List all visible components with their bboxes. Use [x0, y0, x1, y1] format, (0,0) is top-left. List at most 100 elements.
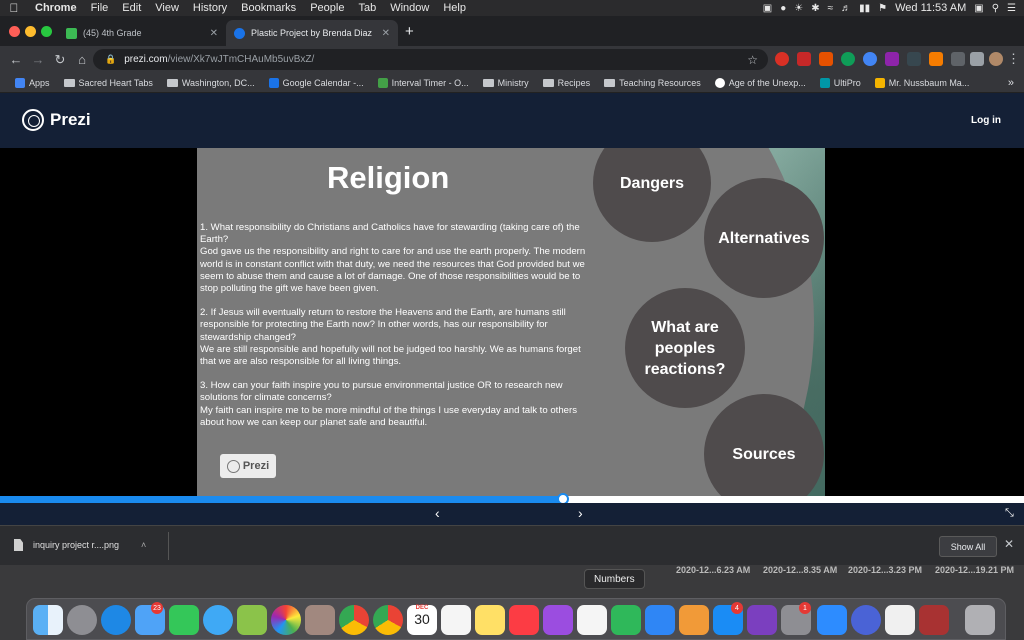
menu-history[interactable]: History — [186, 2, 234, 14]
extension-adblock-icon[interactable] — [775, 52, 789, 66]
camera-status-icon[interactable]: ● — [780, 3, 786, 14]
extension-pen-icon[interactable] — [885, 52, 899, 66]
feather-app-icon[interactable] — [747, 605, 777, 635]
close-tab-icon[interactable]: ✕ — [382, 28, 390, 39]
dictionary-icon[interactable] — [919, 605, 949, 635]
fullscreen-icon[interactable]: ⤡ — [1005, 507, 1014, 520]
wifi-status-icon[interactable]: ≈ — [828, 3, 834, 14]
bookmark-star-icon[interactable]: ☆ — [747, 53, 758, 67]
bookmark-ultipro[interactable]: UltiPro — [813, 77, 868, 88]
tab-plastic-project[interactable]: Plastic Project by Brenda Diaz ✕ — [226, 20, 398, 46]
profile-avatar[interactable] — [989, 52, 1003, 66]
new-tab-button[interactable]: + — [405, 23, 414, 40]
home-icon[interactable]: ⌂ — [71, 52, 93, 67]
bookmark-google-calendar[interactable]: Google Calendar -... — [262, 77, 371, 88]
presentation-progress-bar[interactable] — [0, 493, 1024, 505]
bluetooth-status-icon[interactable]: ✱ — [811, 3, 819, 14]
battery-status-icon[interactable]: ▮▮ — [859, 3, 870, 14]
minimize-window-button[interactable] — [25, 26, 36, 37]
desktop-file-label[interactable]: 2020-12...3.23 PM — [848, 565, 922, 575]
bookmark-sacred-heart-tabs[interactable]: Sacred Heart Tabs — [57, 78, 160, 88]
bookmark-ministry[interactable]: Ministry — [476, 78, 536, 88]
launchpad-icon[interactable] — [67, 605, 97, 635]
safari-icon[interactable] — [101, 605, 131, 635]
login-link[interactable]: Log in — [971, 115, 1001, 126]
desktop-file-label[interactable]: 2020-12...8.35 AM — [763, 565, 837, 575]
extension-arrow-icon[interactable] — [929, 52, 943, 66]
bookmark-apps[interactable]: Apps — [8, 77, 57, 88]
calendar-icon[interactable]: DEC 30 — [407, 605, 437, 635]
bookmark-recipes[interactable]: Recipes — [536, 78, 598, 88]
bookmark-teaching-resources[interactable]: Teaching Resources — [597, 78, 708, 88]
spotlight-search-icon[interactable]: ⚲ — [992, 3, 999, 14]
extension-g-icon[interactable] — [863, 52, 877, 66]
bookmark-interval-timer[interactable]: Interval Timer - O... — [371, 77, 476, 88]
bookmark-washington-dc[interactable]: Washington, DC... — [160, 78, 262, 88]
extension-k-icon[interactable] — [819, 52, 833, 66]
volume-status-icon[interactable]: ♬ — [841, 3, 851, 14]
user-status-icon[interactable]: ▣ — [974, 3, 983, 14]
previous-step-icon[interactable]: ‹ — [435, 505, 440, 521]
chrome-canary-icon[interactable] — [373, 605, 403, 635]
keyboard-flag-icon[interactable]: ⚑ — [878, 3, 887, 14]
show-all-button[interactable]: Show All — [939, 536, 997, 557]
extension-bottle-icon[interactable] — [907, 52, 921, 66]
forward-arrow-icon[interactable]: → — [27, 52, 49, 67]
photos-icon[interactable] — [271, 605, 301, 635]
numbers-icon[interactable] — [611, 605, 641, 635]
notes-book-icon[interactable] — [305, 605, 335, 635]
download-item[interactable]: inquiry project r....png ˄ — [14, 539, 146, 551]
prezi-logo[interactable]: Prezi — [22, 109, 91, 131]
notes-icon[interactable] — [475, 605, 505, 635]
desktop-file-label[interactable]: 2020-12...19.21 PM — [935, 565, 1014, 575]
menu-view[interactable]: View — [148, 2, 186, 14]
chrome-icon[interactable] — [339, 605, 369, 635]
bookmark-mr-nussbaum[interactable]: Mr. Nussbaum Ma... — [868, 77, 977, 88]
extension-abp-icon[interactable] — [797, 52, 811, 66]
extension-people-icon[interactable] — [951, 52, 965, 66]
chevron-up-icon[interactable]: ˄ — [141, 540, 146, 550]
music-icon[interactable] — [509, 605, 539, 635]
podcasts-icon[interactable] — [543, 605, 573, 635]
more-bookmarks-icon[interactable]: » — [1008, 77, 1024, 89]
desktop-file-label[interactable]: 2020-12...6.23 AM — [676, 565, 750, 575]
puzzle-extensions-icon[interactable] — [970, 52, 984, 66]
finder-icon[interactable] — [33, 605, 63, 635]
bookmark-age-of-unexpected[interactable]: Age of the Unexp... — [708, 77, 813, 88]
topic-bubble-reactions[interactable]: What are peoples reactions? — [625, 288, 745, 408]
address-bar[interactable]: 🔒 prezi.com/view/Xk7wJTmCHAuMb5uvBxZ/ ☆ — [93, 49, 768, 70]
keynote-icon[interactable] — [645, 605, 675, 635]
facetime-icon[interactable] — [169, 605, 199, 635]
news-icon[interactable] — [577, 605, 607, 635]
menu-tab[interactable]: Tab — [351, 2, 383, 14]
next-step-icon[interactable]: › — [578, 505, 583, 521]
brightness-status-icon[interactable]: ☀ — [794, 3, 803, 14]
zoom-icon[interactable] — [817, 605, 847, 635]
close-tab-icon[interactable]: ✕ — [210, 28, 218, 39]
gear-app-icon[interactable] — [851, 605, 881, 635]
trash-icon[interactable] — [965, 605, 995, 635]
tab-4th-grade[interactable]: (45) 4th Grade ✕ — [58, 20, 226, 46]
menubar-clock[interactable]: Wed 11:53 AM — [895, 2, 966, 14]
menu-file[interactable]: File — [84, 2, 116, 14]
zoom-window-button[interactable] — [41, 26, 52, 37]
close-downloads-icon[interactable]: ✕ — [1004, 537, 1014, 551]
browser-menu-icon[interactable]: ⋮ — [1007, 51, 1020, 67]
menu-bookmarks[interactable]: Bookmarks — [234, 2, 303, 14]
zoom-status-icon[interactable]: ▣ — [763, 3, 772, 14]
menu-window[interactable]: Window — [383, 2, 436, 14]
control-center-icon[interactable]: ☰ — [1007, 3, 1016, 14]
menu-edit[interactable]: Edit — [115, 2, 148, 14]
messages-icon[interactable] — [203, 605, 233, 635]
reload-icon[interactable]: ↻ — [49, 52, 71, 68]
menu-chrome[interactable]: Chrome — [28, 2, 84, 14]
extension-chat-icon[interactable] — [841, 52, 855, 66]
reminders-icon[interactable] — [441, 605, 471, 635]
topic-bubble-alternatives[interactable]: Alternatives — [704, 178, 824, 298]
presentation-slide[interactable]: Religion 1. What responsibility do Chris… — [197, 148, 825, 496]
preview-icon[interactable] — [885, 605, 915, 635]
menu-people[interactable]: People — [303, 2, 351, 14]
prezi-badge[interactable]: Prezi — [220, 454, 276, 478]
pages-icon[interactable] — [679, 605, 709, 635]
maps-icon[interactable] — [237, 605, 267, 635]
